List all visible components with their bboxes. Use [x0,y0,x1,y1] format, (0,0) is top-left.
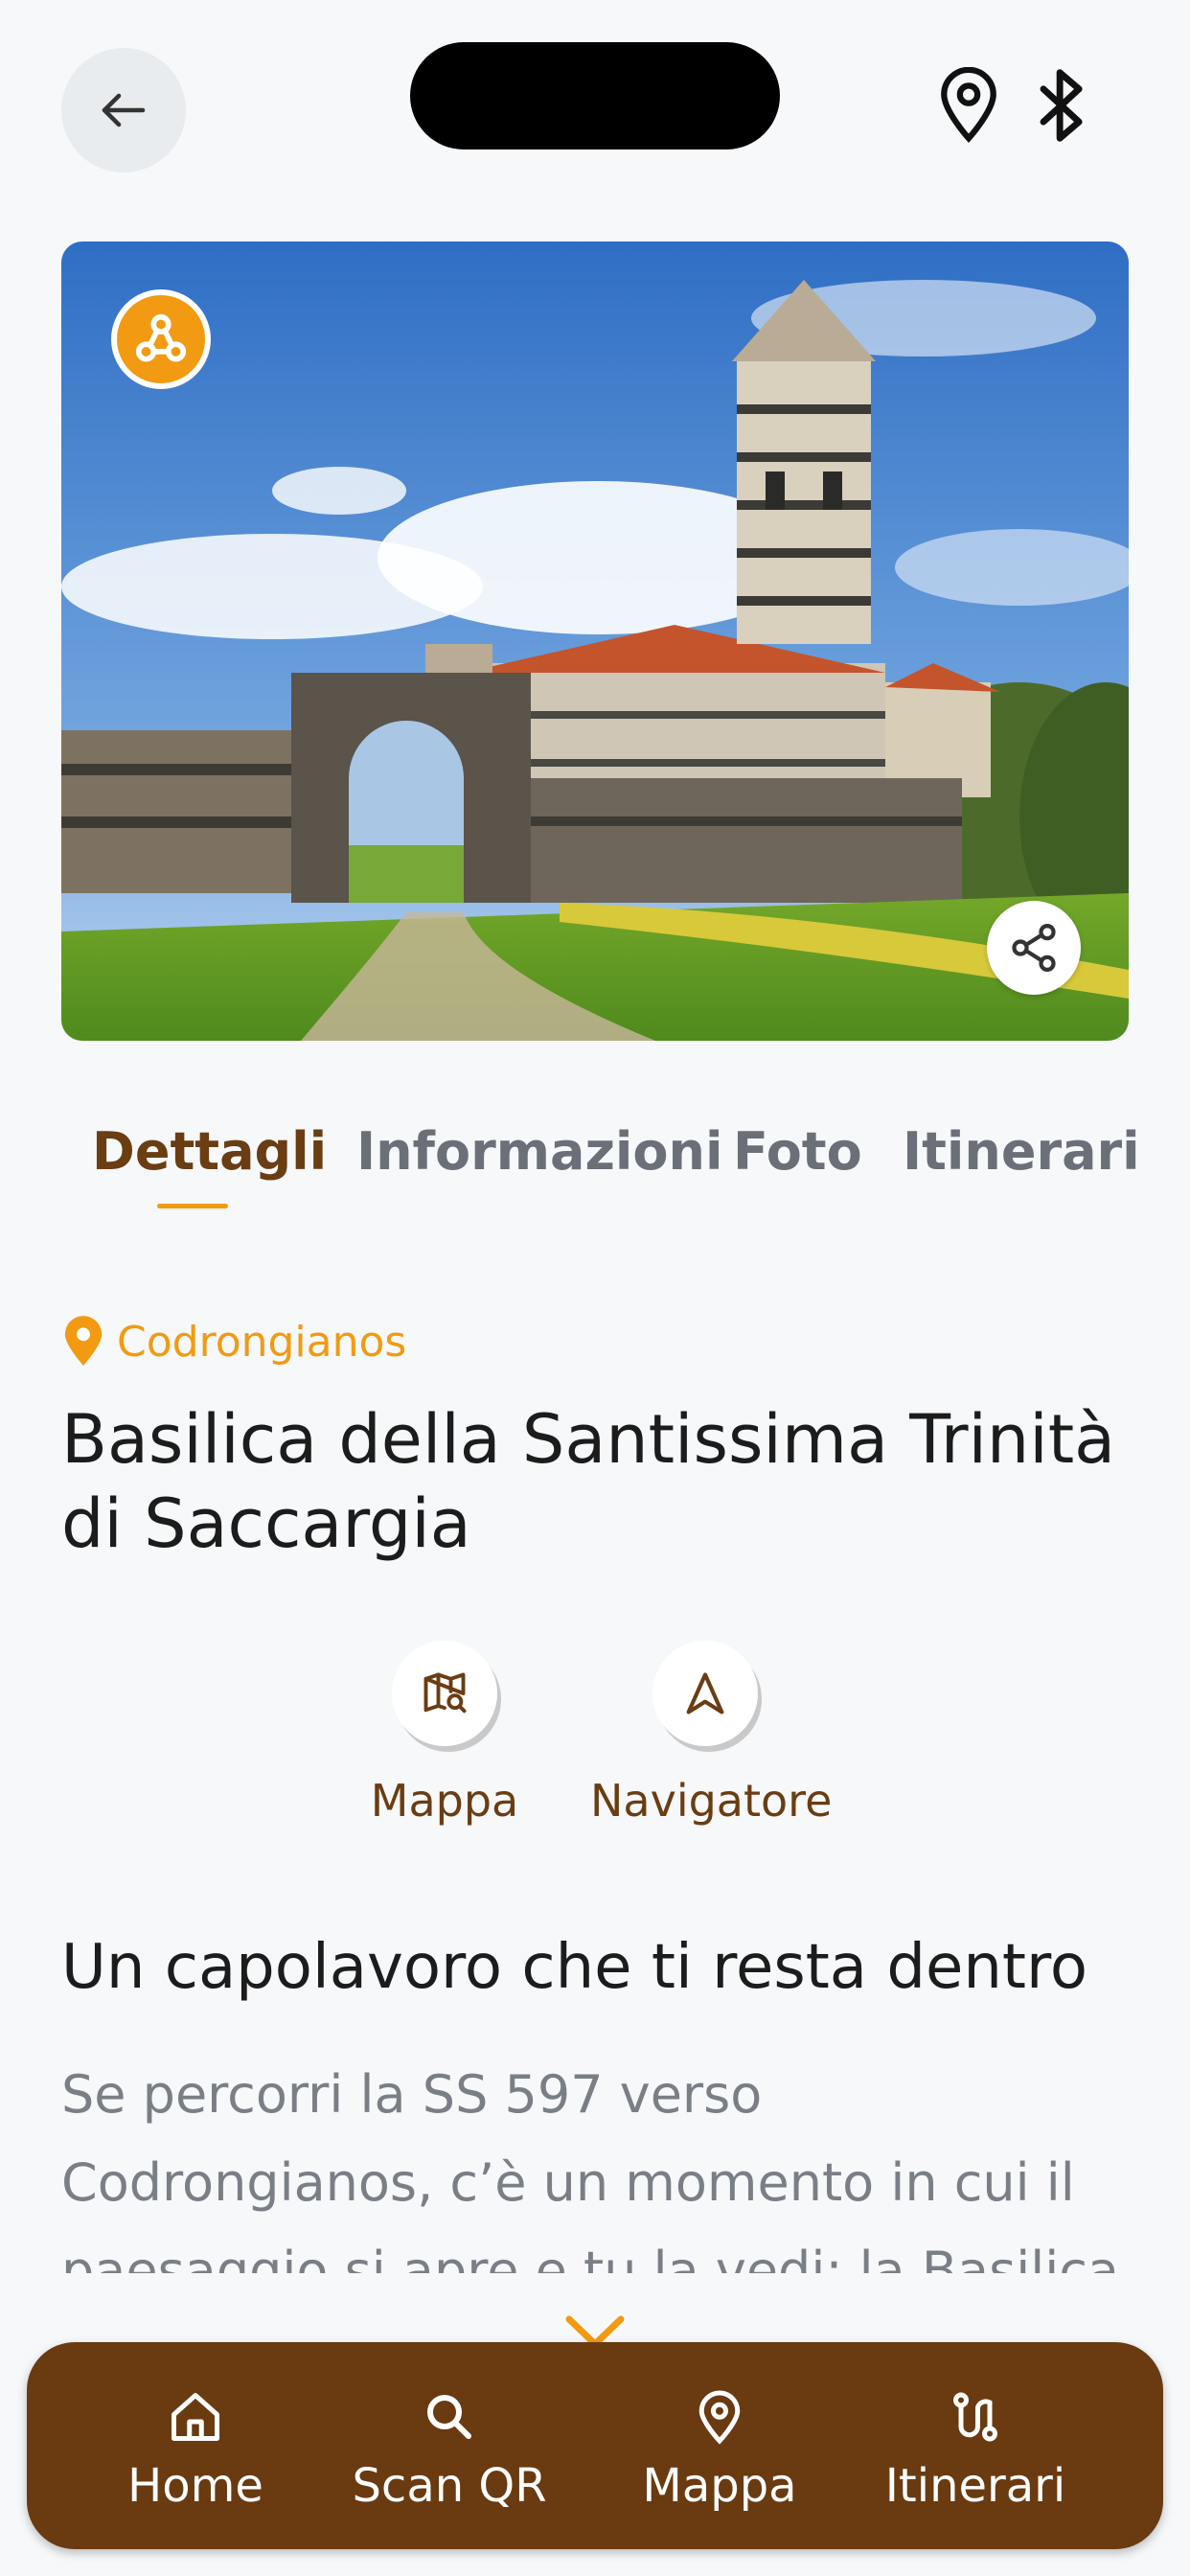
map-action-button[interactable]: Mappa [330,1641,560,1827]
bottom-navigation: Home Scan QR Mappa Itinerari [27,2342,1163,2549]
share-icon [1012,924,1056,972]
tab-informazioni[interactable]: Informazioni [356,1121,722,1182]
nav-scan-qr[interactable]: Scan QR [334,2388,564,2513]
navigator-action-label: Navigatore [590,1775,833,1827]
home-icon [172,2393,219,2441]
nav-home-label: Home [127,2459,263,2513]
bluetooth-icon[interactable] [1029,67,1096,144]
hero-image [61,242,1129,1041]
map-search-icon [423,1672,467,1714]
tab-foto[interactable]: Foto [733,1121,862,1182]
nav-home[interactable]: Home [80,2388,310,2513]
tab-itinerari[interactable]: Itinerari [903,1121,1140,1182]
map-pin-filled-icon [64,1316,103,1366]
place-title: Basilica della Santissima Trinità di Sac… [61,1400,1116,1563]
place-location: Codrongianos [61,1313,406,1370]
navigator-action-button[interactable]: Navigatore [590,1641,833,1827]
location-name: Codrongianos [117,1317,407,1367]
map-action-label: Mappa [370,1775,519,1827]
route-icon [952,2392,998,2442]
nav-scan-label: Scan QR [352,2459,547,2513]
section-subtitle: Un capolavoro che ti resta dentro [61,1932,1088,2003]
navigation-arrow-icon [686,1672,724,1714]
search-icon [427,2395,471,2439]
nav-itineraries[interactable]: Itinerari [860,2388,1090,2513]
description-text: Se percorri la SS 597 verso Codrongianos… [61,2064,1119,2273]
webhook-icon [135,313,187,362]
map-pin-icon[interactable] [935,67,1002,144]
nav-map[interactable]: Mappa [605,2388,835,2513]
nav-itineraries-label: Itinerari [884,2459,1066,2513]
active-tab-indicator [157,1204,228,1208]
arrow-left-icon [102,93,146,127]
map-pin-icon [698,2390,741,2445]
tab-dettagli[interactable]: Dettagli [92,1121,327,1182]
dynamic-island [410,42,780,150]
back-button[interactable] [61,48,186,172]
webhook-badge [111,289,211,389]
tab-bar: Dettagli Informazioni Foto Itinerari [0,1121,1190,1217]
nav-map-label: Mappa [642,2459,797,2513]
share-button[interactable] [987,901,1081,995]
